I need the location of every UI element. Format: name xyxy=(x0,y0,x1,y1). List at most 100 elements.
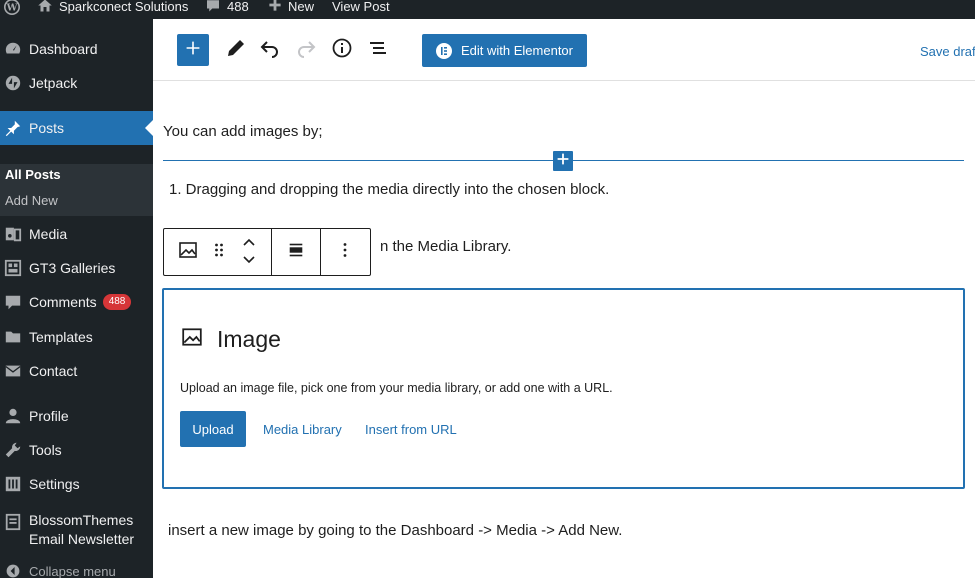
chevron-up-icon[interactable] xyxy=(242,234,256,252)
collapse-menu-button[interactable]: Collapse menu xyxy=(0,561,153,578)
editor-canvas: You can add images by; 1. Dragging and d… xyxy=(153,81,975,578)
sidebar-item-label: Posts xyxy=(29,120,65,136)
submenu-add-new[interactable]: Add New xyxy=(5,193,58,208)
sidebar-item-settings[interactable]: Settings xyxy=(0,467,153,501)
sidebar-item-contact[interactable]: Contact xyxy=(0,354,153,388)
dashboard-icon xyxy=(3,39,23,59)
paragraph-add-images[interactable]: You can add images by; xyxy=(163,123,323,140)
plus-icon xyxy=(268,0,282,15)
sidebar-item-posts[interactable]: Posts xyxy=(0,111,153,145)
image-block-placeholder[interactable]: Image Upload an image file, pick one fro… xyxy=(162,288,965,489)
editor-header: Edit with Elementor Save draft xyxy=(153,19,975,81)
image-block-title-row: Image xyxy=(181,326,281,353)
sidebar-item-label: Media xyxy=(29,226,68,242)
collapse-menu-label: Collapse menu xyxy=(29,563,116,578)
site-name-link[interactable]: Sparkconect Solutions xyxy=(37,0,188,16)
pencil-icon xyxy=(226,38,246,63)
comment-icon xyxy=(205,0,221,16)
sidebar-item-jetpack[interactable]: Jetpack xyxy=(0,66,153,100)
site-name-label: Sparkconect Solutions xyxy=(59,0,189,14)
drag-handle[interactable] xyxy=(212,229,228,275)
image-block-title: Image xyxy=(217,326,281,352)
block-type-switcher[interactable] xyxy=(164,229,212,275)
upload-button[interactable]: Upload xyxy=(180,411,246,447)
sidebar-item-profile[interactable]: Profile xyxy=(0,399,153,433)
view-post-link[interactable]: View Post xyxy=(332,0,390,16)
sidebar-item-label: Templates xyxy=(29,329,93,345)
pin-icon xyxy=(3,118,23,138)
redo-button[interactable] xyxy=(293,37,319,63)
list-item-2[interactable]: n the Media Library. xyxy=(380,238,511,255)
wordpress-logo-icon[interactable]: W xyxy=(4,0,20,16)
home-icon xyxy=(37,0,53,16)
newsletter-label-line1: BlossomThemes xyxy=(29,512,134,528)
info-icon xyxy=(332,38,352,63)
details-button[interactable] xyxy=(329,37,355,63)
newsletter-label-line2: Email Newsletter xyxy=(29,531,135,547)
undo-button[interactable] xyxy=(257,37,283,63)
view-post-label: View Post xyxy=(332,0,390,14)
sidebar-item-label: BlossomThemes Email Newsletter xyxy=(29,511,134,549)
sidebar-item-label: Contact xyxy=(29,363,78,379)
image-icon xyxy=(181,326,203,353)
media-icon xyxy=(3,224,23,244)
collapse-icon xyxy=(3,561,23,578)
sidebar-item-label: GT3 Galleries xyxy=(29,260,116,276)
tools-button[interactable] xyxy=(223,37,249,63)
align-icon xyxy=(287,241,305,264)
block-mover[interactable] xyxy=(227,229,271,275)
insert-block-button[interactable] xyxy=(553,151,573,171)
settings-icon xyxy=(3,474,23,494)
save-draft-button[interactable]: Save draft xyxy=(920,44,975,59)
comments-badge: 488 xyxy=(102,294,132,310)
submenu-all-posts[interactable]: All Posts xyxy=(5,167,61,182)
sidebar-item-label: Settings xyxy=(29,476,80,492)
sidebar-item-media[interactable]: Media xyxy=(0,217,153,251)
sidebar-item-label: Dashboard xyxy=(29,41,98,57)
posts-submenu: All Posts Add New xyxy=(0,164,153,216)
plus-icon xyxy=(557,152,569,170)
sidebar-item-label: Jetpack xyxy=(29,75,78,91)
sidebar-item-gt3-galleries[interactable]: GT3 Galleries xyxy=(0,251,153,285)
align-button[interactable] xyxy=(272,229,320,275)
sidebar-item-newsletter[interactable]: BlossomThemes Email Newsletter xyxy=(0,508,153,552)
comments-link[interactable]: 488 xyxy=(205,0,249,16)
media-library-button[interactable]: Media Library xyxy=(263,422,342,437)
sidebar-item-label: Comments xyxy=(29,294,97,310)
sidebar-item-comments[interactable]: Comments 488 xyxy=(0,285,153,319)
block-toolbar-group-align xyxy=(272,229,321,275)
newsletter-icon xyxy=(3,512,23,532)
list-item-1[interactable]: 1. Dragging and dropping the media direc… xyxy=(169,181,609,198)
list-view-icon xyxy=(368,38,388,63)
gallery-icon xyxy=(3,258,23,278)
sidebar-item-label: Tools xyxy=(29,442,62,458)
new-content-link[interactable]: New xyxy=(268,0,314,16)
user-icon xyxy=(3,406,23,426)
image-block-instructions: Upload an image file, pick one from your… xyxy=(180,381,613,395)
paragraph-insert-new-image[interactable]: insert a new image by going to the Dashb… xyxy=(168,522,622,539)
block-inserter-button[interactable] xyxy=(177,34,209,66)
folder-icon xyxy=(3,327,23,347)
comment-icon xyxy=(3,292,23,312)
block-toolbar xyxy=(163,228,371,276)
admin-sidebar: Dashboard Jetpack Posts All Posts Add Ne… xyxy=(0,19,153,578)
chevron-down-icon[interactable] xyxy=(242,252,256,270)
wrench-icon xyxy=(3,440,23,460)
sidebar-item-dashboard[interactable]: Dashboard xyxy=(0,32,153,66)
sidebar-item-label: Profile xyxy=(29,408,69,424)
elementor-logo-icon xyxy=(436,42,452,59)
edit-with-elementor-button[interactable]: Edit with Elementor xyxy=(422,34,587,67)
image-icon xyxy=(178,240,198,265)
block-options-button[interactable] xyxy=(321,229,369,275)
list-view-button[interactable] xyxy=(365,37,391,63)
drag-handle-icon xyxy=(214,242,224,263)
svg-text:W: W xyxy=(6,2,18,13)
new-label: New xyxy=(288,0,315,14)
sidebar-item-templates[interactable]: Templates xyxy=(0,320,153,354)
plus-icon xyxy=(185,40,201,61)
elementor-label: Edit with Elementor xyxy=(461,43,573,58)
block-toolbar-group-parent xyxy=(164,229,272,275)
undo-icon xyxy=(260,38,280,63)
sidebar-item-tools[interactable]: Tools xyxy=(0,433,153,467)
insert-from-url-button[interactable]: Insert from URL xyxy=(365,422,457,437)
